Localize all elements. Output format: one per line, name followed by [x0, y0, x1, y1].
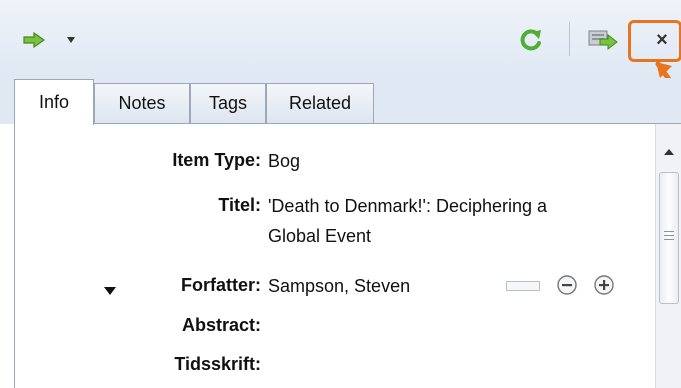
refresh-icon[interactable] — [516, 26, 546, 54]
green-arrow-icon[interactable] — [22, 30, 46, 50]
minus-circle-icon — [557, 275, 577, 295]
tab-info[interactable]: Info — [14, 79, 94, 125]
tab-notes[interactable]: Notes — [94, 83, 190, 123]
remove-author-button[interactable] — [556, 274, 578, 296]
info-panel — [14, 123, 681, 388]
author-value[interactable]: Sampson, Steven — [268, 271, 410, 301]
scrollbar-thumb[interactable] — [659, 172, 679, 304]
item-type-label: Item Type: — [172, 150, 261, 170]
creator-type-switch[interactable] — [506, 281, 540, 291]
item-toolbar: × — [0, 0, 681, 99]
tab-tags[interactable]: Tags — [190, 83, 266, 123]
dropdown-arrow-icon[interactable] — [64, 34, 78, 46]
item-type-value[interactable]: Bog — [268, 146, 300, 176]
author-label: Forfatter: — [181, 275, 261, 295]
tab-related[interactable]: Related — [266, 83, 374, 123]
panel-scrollbar[interactable] — [655, 124, 681, 388]
toolbar-separator — [569, 22, 570, 56]
journal-label: Tidsskrift: — [174, 354, 261, 374]
title-value[interactable]: 'Death to Denmark!': Deciphering a Globa… — [268, 191, 547, 251]
plus-circle-icon — [594, 275, 614, 295]
title-label: Titel: — [218, 195, 261, 215]
title-value-line2: Global Event — [268, 226, 372, 246]
add-author-button[interactable] — [593, 274, 615, 296]
scroll-up-icon[interactable] — [664, 142, 674, 160]
close-button-highlight — [628, 20, 681, 62]
creator-collapse-icon[interactable] — [104, 282, 116, 300]
abstract-label: Abstract: — [181, 315, 261, 335]
title-value-line1: 'Death to Denmark!': Deciphering a — [268, 196, 548, 216]
add-to-collection-icon[interactable] — [586, 26, 620, 54]
